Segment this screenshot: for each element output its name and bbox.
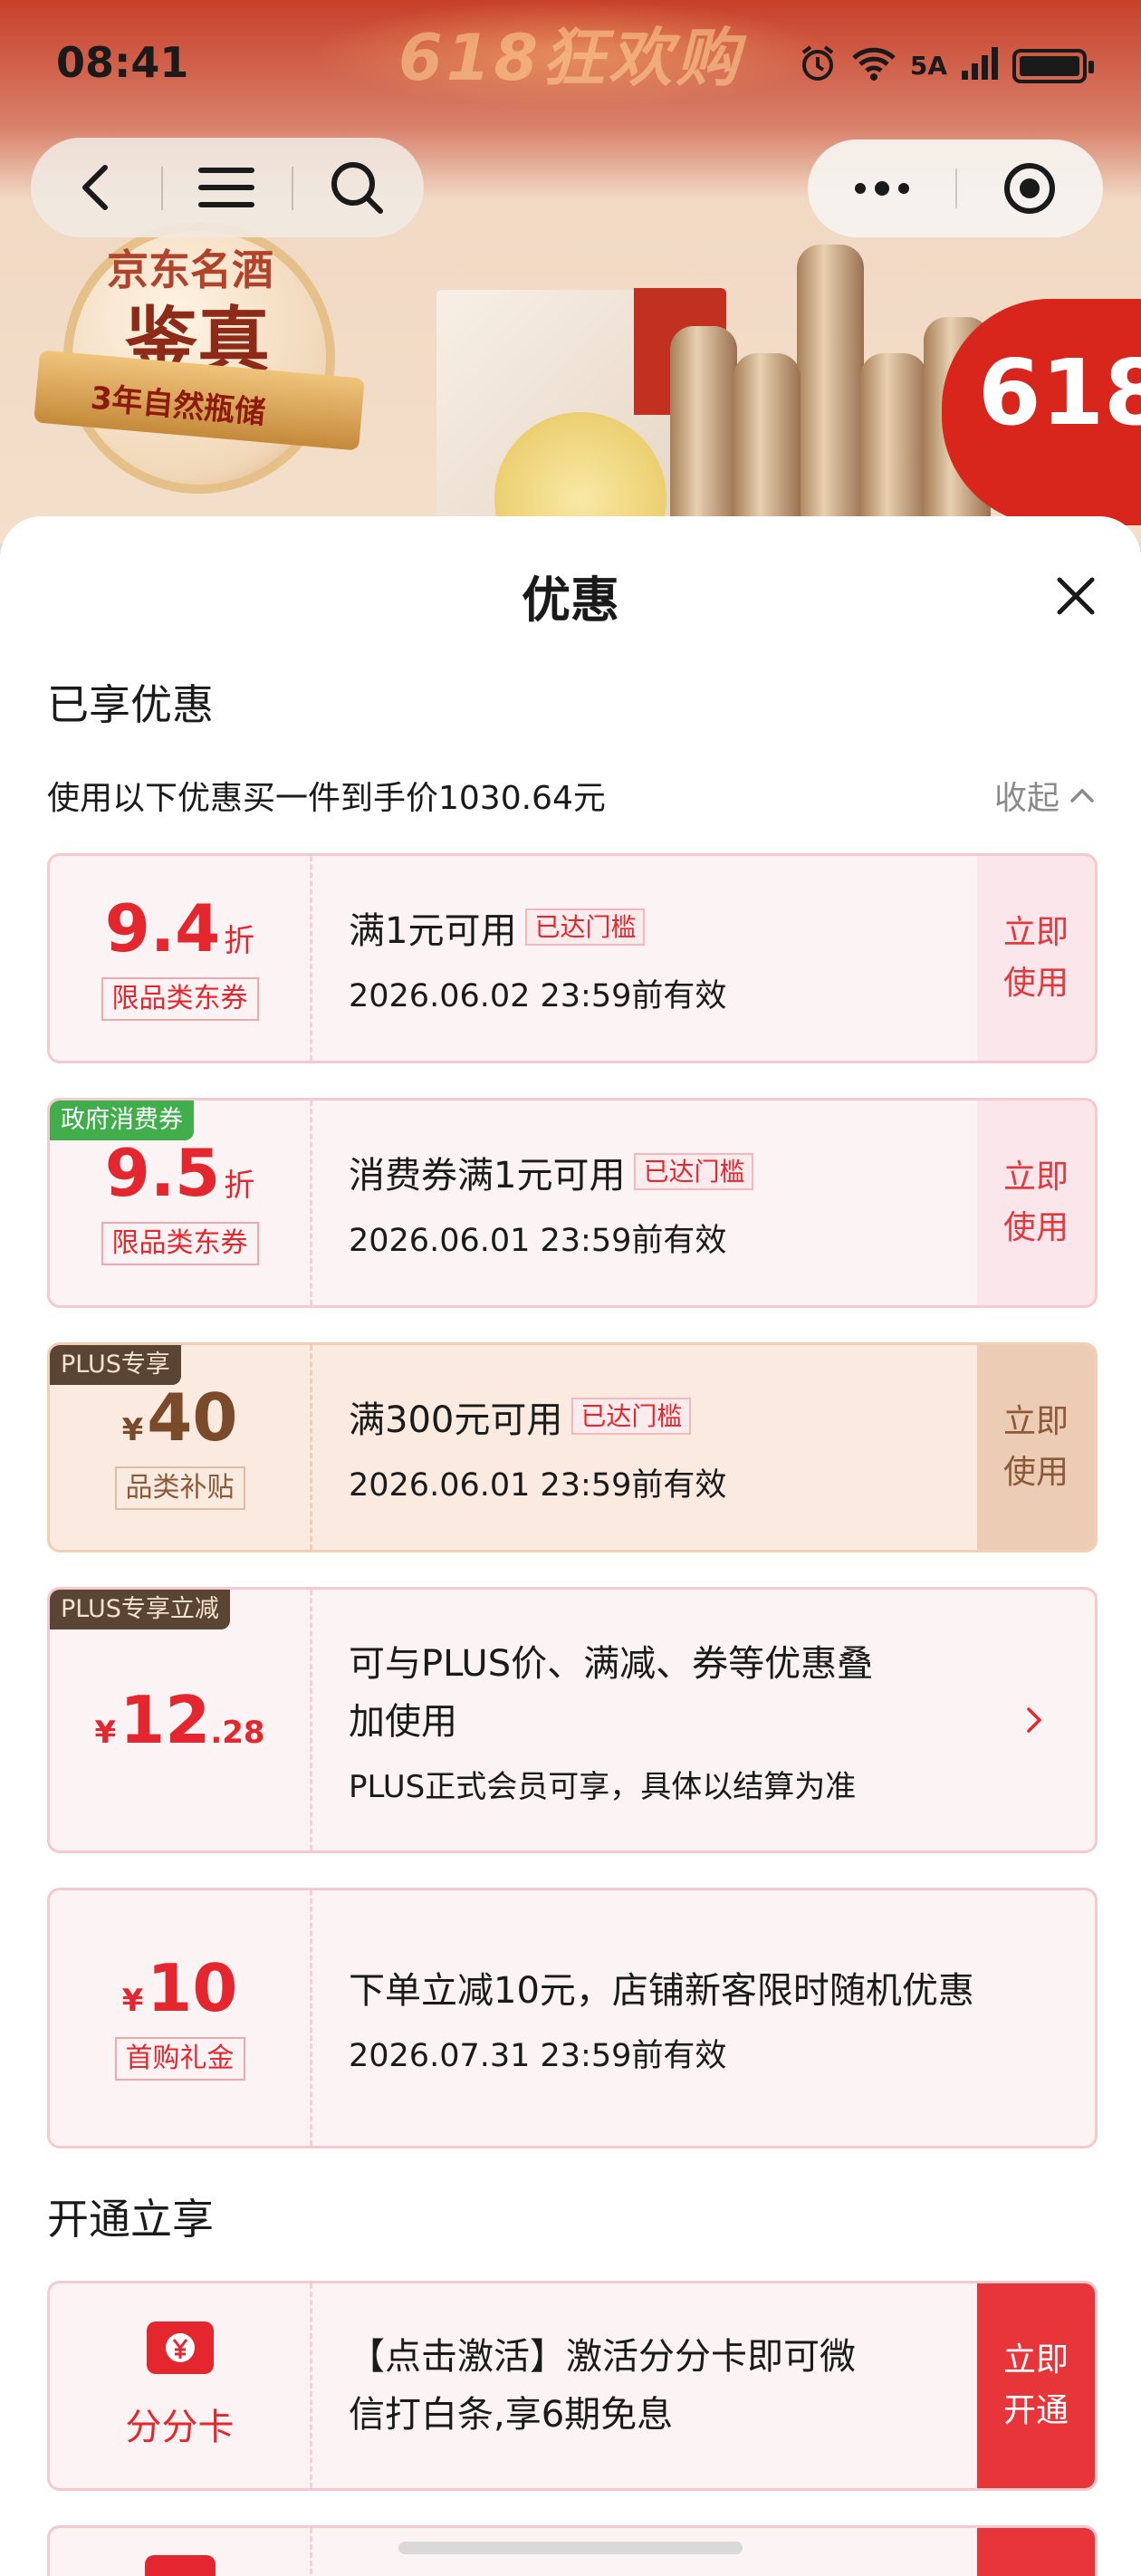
sale-badge-text: 618 bbox=[978, 340, 1141, 446]
banner-slogan: 618狂欢购 bbox=[398, 21, 743, 95]
coupon-info: 消费券满1元可用 已达门槛 2026.06.01 23:59前有效 bbox=[349, 1101, 968, 1305]
gov-coupon-tag: 政府消费券 bbox=[50, 1101, 194, 1141]
reduction-note: PLUS正式会员可享，具体以结算为准 bbox=[349, 1768, 857, 1805]
use-now-button[interactable]: 立即 使用 bbox=[977, 856, 1095, 1061]
coupon-value: 9.4 折 bbox=[104, 890, 255, 966]
plus-exclusive-tag: PLUS专享 bbox=[50, 1345, 181, 1386]
wifi-icon bbox=[850, 45, 897, 87]
threshold-met-tag: 已达门槛 bbox=[571, 1397, 692, 1436]
menu-button[interactable] bbox=[161, 138, 292, 237]
coupon-condition: 满1元可用 bbox=[349, 909, 517, 952]
back-button[interactable] bbox=[31, 138, 161, 237]
coupon-value: 9.5 折 bbox=[104, 1135, 255, 1211]
first-purchase-card[interactable]: ¥10 首购礼金 下单立减10元，店铺新客限时随机优惠 2026.07.31 2… bbox=[47, 1888, 1098, 2148]
network-label: 5A bbox=[909, 51, 947, 81]
activate-now-button[interactable]: 立即 开通 bbox=[977, 2283, 1095, 2488]
home-indicator[interactable] bbox=[398, 2542, 743, 2554]
fenfen-label: 分分卡 bbox=[125, 2407, 235, 2448]
alarm-icon bbox=[798, 43, 838, 89]
next-card-logo bbox=[50, 2528, 312, 2576]
price-summary: 使用以下优惠买一件到手价1030.64元 bbox=[47, 780, 606, 817]
reduction-desc-line2: 加使用 bbox=[349, 1700, 457, 1743]
status-time: 08:41 bbox=[56, 38, 189, 87]
coupon-card[interactable]: 9.4 折 限品类东券 满1元可用 已达门槛 2026.06.02 23:59前有效… bbox=[47, 853, 1098, 1063]
more-dots-icon bbox=[854, 181, 909, 196]
coupon-info: 可与PLUS价、满减、券等优惠叠 加使用 PLUS正式会员可享，具体以结算为准 bbox=[349, 1590, 950, 1850]
coupon-info: 满300元可用 已达门槛 2026.06.01 23:59前有效 bbox=[349, 1345, 968, 1550]
collapse-label: 收起 bbox=[993, 780, 1060, 817]
search-icon bbox=[331, 162, 383, 214]
fenfen-card[interactable]: 分分卡 【点击激活】激活分分卡即可微 信打白条,享6期免息 立即 开通 bbox=[47, 2281, 1098, 2491]
sheet-title: 优惠 bbox=[522, 572, 619, 629]
coupon-card[interactable]: ¥40 品类补贴 PLUS专享 满300元可用 已达门槛 2026.06.01 2… bbox=[47, 1342, 1098, 1552]
coupon-condition: 满300元可用 bbox=[349, 1399, 563, 1441]
threshold-met-tag: 已达门槛 bbox=[525, 908, 646, 947]
plus-reduction-card[interactable]: ¥12.28 PLUS专享立减 可与PLUS价、满减、券等优惠叠 加使用 PLU… bbox=[47, 1587, 1098, 1853]
status-icons: 5A bbox=[798, 43, 1094, 89]
fenfen-desc-line2: 信打白条,享6期免息 bbox=[349, 2394, 674, 2436]
search-button[interactable] bbox=[292, 138, 422, 237]
coupon-type: 限品类东券 bbox=[101, 977, 259, 1021]
chevron-left-icon bbox=[82, 165, 108, 210]
use-now-button[interactable]: 立即 使用 bbox=[977, 1101, 1095, 1305]
coupon-info: 下单立减10元，店铺新客限时随机优惠 2026.07.31 23:59前有效 bbox=[349, 1890, 1068, 2146]
close-icon bbox=[1057, 577, 1095, 615]
coupon-expiry: 2026.06.02 23:59前有效 bbox=[349, 977, 727, 1014]
close-miniapp-button[interactable] bbox=[955, 139, 1103, 237]
coupon-expiry: 2026.06.01 23:59前有效 bbox=[349, 1466, 727, 1504]
fenfen-logo-area: 分分卡 bbox=[50, 2283, 312, 2488]
coupon-type: 品类补贴 bbox=[114, 1466, 245, 1510]
miniapp-capsule bbox=[808, 139, 1103, 237]
coupon-value: ¥12.28 bbox=[94, 1682, 265, 1758]
use-now-button[interactable]: 立即 使用 bbox=[977, 1345, 1095, 1550]
collapse-button[interactable]: 收起 bbox=[994, 772, 1096, 819]
chevron-right-icon[interactable] bbox=[1024, 1705, 1044, 1735]
first-purchase-desc: 下单立减10元，店铺新客限时随机优惠 bbox=[349, 1969, 974, 2012]
coupon-value-area: 9.4 折 限品类东券 bbox=[50, 856, 312, 1061]
menu-icon bbox=[198, 168, 254, 207]
plus-reduction-tag: PLUS专享立减 bbox=[50, 1590, 230, 1630]
coupon-value: ¥40 bbox=[121, 1379, 238, 1456]
threshold-met-tag: 已达门槛 bbox=[634, 1152, 754, 1191]
open-heading: 开通立享 bbox=[47, 2195, 214, 2244]
next-card-action[interactable] bbox=[977, 2528, 1095, 2576]
nav-capsule bbox=[31, 138, 424, 237]
chevron-up-icon bbox=[1070, 788, 1094, 803]
signal-icon bbox=[960, 45, 1000, 87]
coupon-type: 限品类东券 bbox=[101, 1222, 259, 1265]
coupon-value: ¥10 bbox=[121, 1950, 238, 2026]
target-icon bbox=[1003, 163, 1055, 214]
reduction-desc-line1: 可与PLUS价、满减、券等优惠叠 bbox=[349, 1642, 874, 1685]
yen-card-icon bbox=[146, 2321, 214, 2374]
coupon-info: 满1元可用 已达门槛 2026.06.02 23:59前有效 bbox=[349, 856, 968, 1061]
coupon-card[interactable]: 9.5 折 限品类东券 政府消费券 消费券满1元可用 已达门槛 2026.06.01… bbox=[47, 1098, 1098, 1308]
coupon-expiry: 2026.06.01 23:59前有效 bbox=[349, 1222, 727, 1259]
coupon-type: 首购礼金 bbox=[114, 2037, 245, 2081]
fenfen-desc-line1: 【点击激活】激活分分卡即可微 bbox=[349, 2336, 856, 2378]
bottles-image bbox=[661, 245, 991, 543]
coupon-expiry: 2026.07.31 23:59前有效 bbox=[349, 2037, 727, 2074]
battery-icon bbox=[1012, 49, 1094, 83]
more-button[interactable] bbox=[808, 139, 955, 237]
coupon-value-area: ¥10 首购礼金 bbox=[50, 1890, 312, 2146]
close-button[interactable] bbox=[1050, 571, 1101, 621]
coupon-condition: 消费券满1元可用 bbox=[349, 1154, 626, 1197]
fenfen-info: 【点击激活】激活分分卡即可微 信打白条,享6期免息 bbox=[349, 2283, 968, 2488]
enjoyed-heading: 已享优惠 bbox=[47, 680, 214, 729]
